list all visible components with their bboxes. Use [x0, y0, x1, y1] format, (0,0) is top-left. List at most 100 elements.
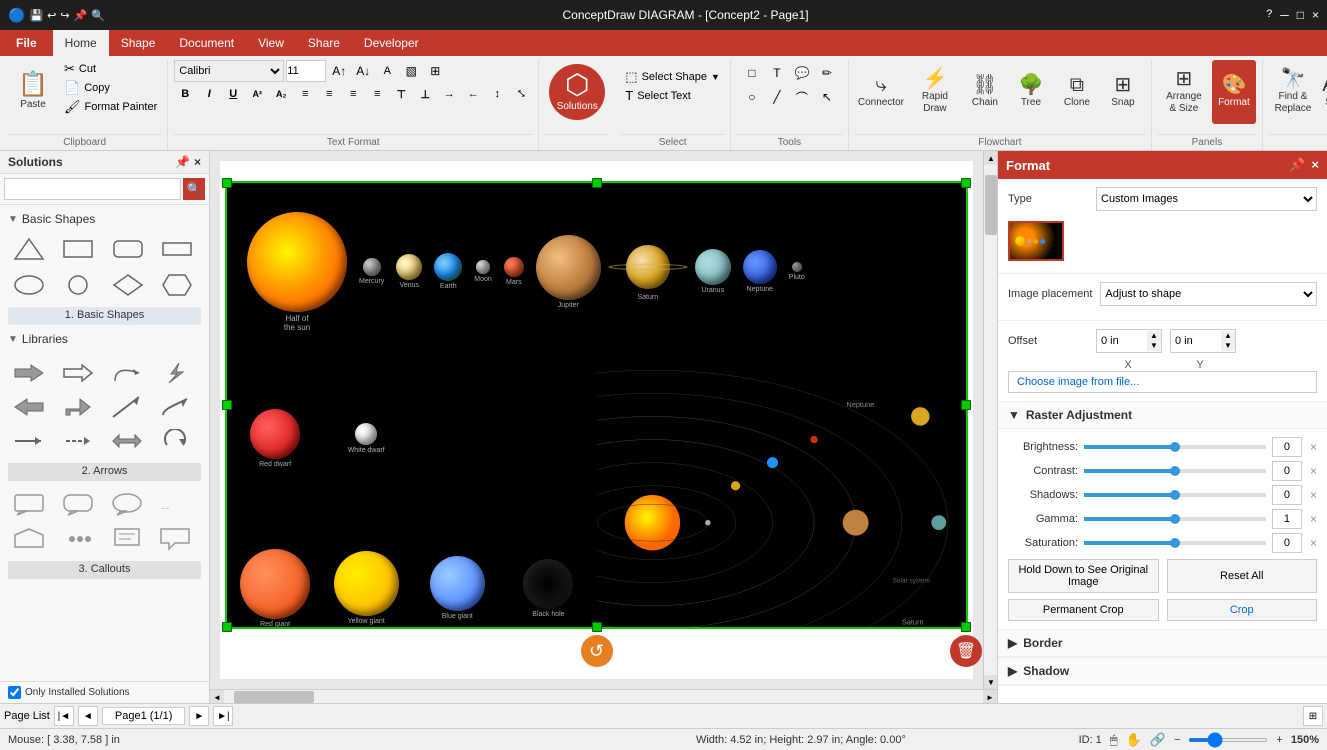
- tab-share[interactable]: Share: [296, 30, 352, 56]
- shape-rounded-rect[interactable]: [107, 233, 149, 265]
- minimize-btn[interactable]: ─: [1280, 8, 1289, 22]
- offset-y-down[interactable]: ▼: [1221, 341, 1235, 351]
- expand-text-btn[interactable]: ⤡: [510, 84, 532, 104]
- arrow-curved[interactable]: [106, 357, 148, 389]
- shape-diamond[interactable]: [107, 269, 149, 301]
- shadow-section-header[interactable]: ▶ Shadow: [998, 658, 1327, 685]
- scroll-left-btn[interactable]: ◄: [210, 690, 224, 703]
- bold-btn[interactable]: B: [174, 84, 196, 104]
- arrange-size-button[interactable]: ⊞ Arrange & Size: [1158, 60, 1210, 124]
- shadows-slider-track[interactable]: [1084, 493, 1266, 497]
- tab-shape[interactable]: Shape: [109, 30, 168, 56]
- saturation-clear-btn[interactable]: ×: [1310, 536, 1317, 550]
- valign-middle-btn[interactable]: ⊥: [414, 84, 436, 104]
- align-center-btn[interactable]: ≡: [318, 84, 340, 104]
- connector-button[interactable]: ⤷ Connector: [855, 60, 907, 124]
- align-left-btn[interactable]: ≡: [294, 84, 316, 104]
- scroll-track-v[interactable]: [984, 165, 997, 675]
- handle-top-right[interactable]: [961, 178, 971, 188]
- tab-home[interactable]: Home: [53, 30, 109, 56]
- callout-1[interactable]: [8, 489, 50, 521]
- ellipse-tool[interactable]: ○: [741, 86, 763, 108]
- offset-x-input[interactable]: [1097, 330, 1147, 352]
- font-color-btn[interactable]: A: [376, 60, 398, 82]
- offset-x-down[interactable]: ▼: [1147, 341, 1161, 351]
- select-shape-button[interactable]: ⬚ Select Shape ▼: [621, 68, 724, 86]
- select-text-button[interactable]: T Select Text: [621, 87, 724, 104]
- solutions-close-icon[interactable]: ×: [194, 155, 201, 169]
- redo-icon[interactable]: ↪: [60, 9, 69, 22]
- tab-view[interactable]: View: [246, 30, 296, 56]
- permanent-crop-button[interactable]: Permanent Crop: [1008, 599, 1159, 621]
- shape-wide-rect[interactable]: [156, 233, 198, 265]
- arrow-right-2[interactable]: [57, 357, 99, 389]
- arrow-line-1[interactable]: [8, 425, 50, 457]
- shadows-slider-thumb[interactable]: [1170, 490, 1180, 500]
- offset-y-up[interactable]: ▲: [1221, 331, 1235, 341]
- basic-shapes-header[interactable]: ▼ Basic Shapes: [0, 209, 209, 229]
- font-select[interactable]: Calibri: [174, 60, 284, 82]
- page-tab-1[interactable]: Page1 (1/1): [102, 707, 185, 725]
- italic-btn[interactable]: I: [198, 84, 220, 104]
- choose-image-button[interactable]: Choose image from file...: [1008, 371, 1317, 393]
- handle-bottom-left[interactable]: [222, 622, 232, 632]
- callout-8[interactable]: [154, 523, 196, 555]
- zoom-in-btn[interactable]: +: [1276, 734, 1282, 746]
- grow-font-btn[interactable]: A↑: [328, 60, 350, 82]
- page-expand-btn[interactable]: ⊞: [1303, 706, 1323, 726]
- rotate-handle[interactable]: ↺: [581, 635, 613, 667]
- zoom-slider[interactable]: [1188, 738, 1268, 742]
- font-size-input[interactable]: [286, 60, 326, 82]
- find-replace-button[interactable]: 🔭 Find & Replace: [1269, 60, 1317, 124]
- callout-7[interactable]: [106, 523, 148, 555]
- installed-solutions-checkbox[interactable]: [8, 686, 21, 699]
- arrow-circle[interactable]: [154, 425, 196, 457]
- scroll-right-btn[interactable]: ►: [983, 690, 997, 703]
- fill-btn[interactable]: ▧: [400, 60, 422, 82]
- format-panel-close-icon[interactable]: ×: [1311, 157, 1319, 173]
- solutions-button[interactable]: ⬡ Solutions: [549, 64, 605, 120]
- shape-circle[interactable]: [57, 269, 99, 301]
- tab-document[interactable]: Document: [167, 30, 246, 56]
- callout-2[interactable]: [57, 489, 99, 521]
- arrow-up-right[interactable]: [57, 391, 99, 423]
- format-panel-pin-icon[interactable]: 📌: [1289, 157, 1305, 173]
- pointer-tool[interactable]: ↖: [816, 86, 838, 108]
- offset-x-up[interactable]: ▲: [1147, 331, 1161, 341]
- shape-rect[interactable]: [57, 233, 99, 265]
- page-nav-first[interactable]: |◄: [54, 706, 74, 726]
- selected-image-container[interactable]: Half ofthe sun Mercury V: [225, 181, 968, 629]
- saturation-slider-track[interactable]: [1084, 541, 1266, 545]
- solutions-search-input[interactable]: [4, 178, 181, 200]
- align-right-btn[interactable]: ≡: [342, 84, 364, 104]
- solutions-pin-icon[interactable]: 📌: [175, 155, 190, 169]
- scroll-thumb-h[interactable]: [234, 691, 314, 703]
- restore-btn[interactable]: □: [1297, 8, 1304, 22]
- contrast-slider-thumb[interactable]: [1170, 466, 1180, 476]
- arrow-lightning[interactable]: [154, 357, 196, 389]
- search-icon[interactable]: 🔍: [91, 9, 105, 22]
- paste-button[interactable]: 📋 Paste: [8, 60, 58, 124]
- rect-tool[interactable]: □: [741, 62, 763, 84]
- superscript-btn[interactable]: A²: [246, 84, 268, 104]
- zoom-out-btn[interactable]: −: [1174, 734, 1180, 746]
- arrow-left[interactable]: [8, 391, 50, 423]
- callout-tool[interactable]: 💬: [791, 62, 813, 84]
- arrow-right-1[interactable]: [8, 357, 50, 389]
- indent-btn[interactable]: →: [438, 84, 460, 104]
- snap-button[interactable]: ⊞ Snap: [1101, 60, 1145, 124]
- border-section-header[interactable]: ▶ Border: [998, 630, 1327, 657]
- crop-button[interactable]: Crop: [1167, 599, 1318, 621]
- handle-middle-right[interactable]: [961, 400, 971, 410]
- text-direction-btn[interactable]: ↕: [486, 84, 508, 104]
- shadows-input[interactable]: [1272, 485, 1302, 505]
- callout-3[interactable]: [106, 489, 148, 521]
- arrow-diagonal[interactable]: [106, 391, 148, 423]
- more-text-btn[interactable]: ⊞: [424, 60, 446, 82]
- window-controls[interactable]: ? ─ □ ×: [1266, 8, 1319, 22]
- scroll-down-btn[interactable]: ▼: [984, 675, 997, 689]
- page-nav-prev[interactable]: ◄: [78, 706, 98, 726]
- copy-button[interactable]: 📄 Copy: [60, 79, 161, 97]
- text-tool[interactable]: T: [766, 62, 788, 84]
- shape-hexagon[interactable]: [156, 269, 198, 301]
